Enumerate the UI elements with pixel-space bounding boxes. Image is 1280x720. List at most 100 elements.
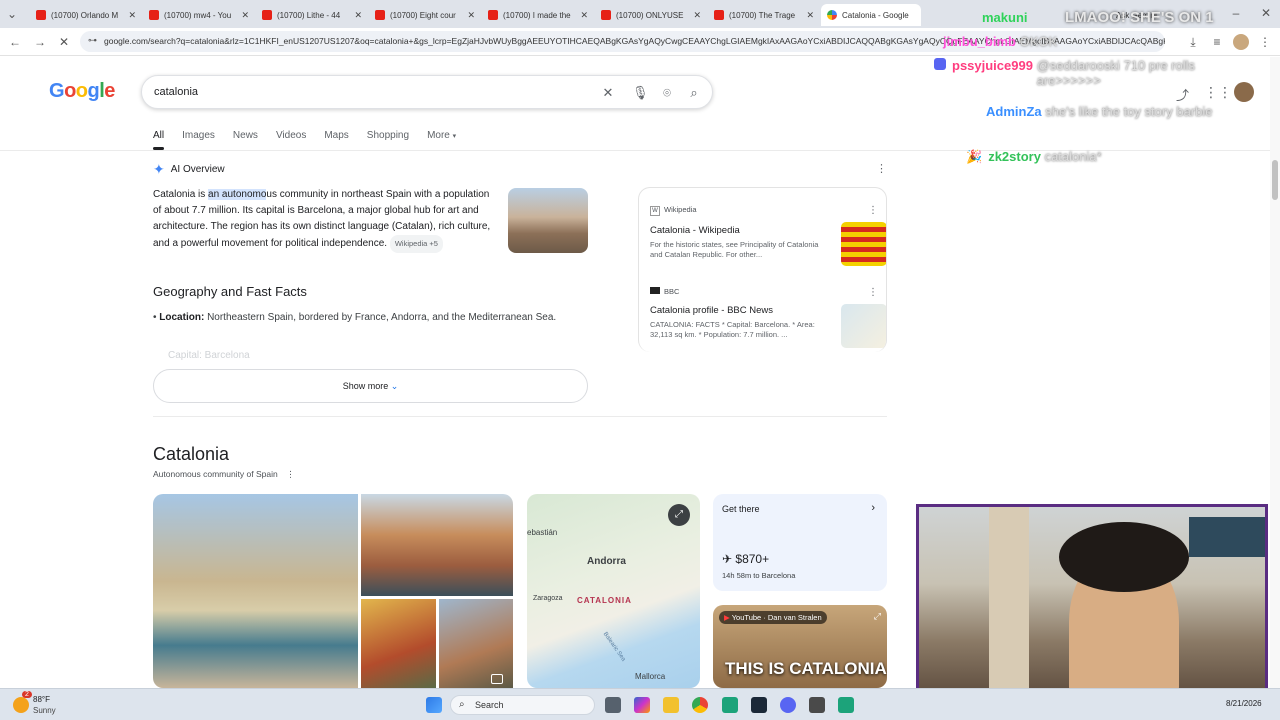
youtube-video-card[interactable]: ▶ YouTube · Dan van Stralen THIS IS CATA… <box>713 605 887 688</box>
youtube-icon <box>149 10 159 20</box>
map-label-catalonia: CATALONIA <box>577 596 632 605</box>
browser-tab[interactable]: (10700) Lithe - 44 ✕ <box>256 4 368 26</box>
browser-tab[interactable]: (10700) Orlando M ✕ <box>30 4 142 26</box>
google-logo[interactable]: Google <box>49 80 115 103</box>
microphone-icon[interactable]: 🎙 <box>632 85 649 101</box>
weather-sun-icon[interactable] <box>13 697 29 713</box>
video-channel-badge: ▶ YouTube · Dan van Stralen <box>719 611 827 624</box>
webcam-feed <box>916 504 1268 702</box>
browser-tab[interactable]: (10700) I made the ✕ <box>482 4 594 26</box>
tab-shopping[interactable]: Shopping <box>367 130 409 148</box>
window-close-icon[interactable]: ✕ <box>1258 5 1274 21</box>
menu-kebab-icon[interactable]: ⋮ <box>1257 34 1273 50</box>
back-icon[interactable]: ← <box>7 34 23 50</box>
tab-news[interactable]: News <box>233 130 258 148</box>
source-chip[interactable]: Wikipedia +5 <box>389 235 443 253</box>
browser-tab[interactable]: (10700) ONLYUSE ✕ <box>595 4 707 26</box>
youtube-icon <box>488 10 498 20</box>
overlay-header: LMAOO! SHE'S ON 1 <box>1065 9 1214 26</box>
chat-message: AdminZa she's like the toy story barbie <box>986 104 1213 119</box>
page-scrollbar[interactable] <box>1270 57 1280 688</box>
chevron-down-icon: ⌄ <box>390 381 399 391</box>
youtube-icon <box>36 10 46 20</box>
file-explorer-icon[interactable] <box>663 697 679 713</box>
close-tab-icon[interactable]: ✕ <box>354 10 362 21</box>
close-tab-icon[interactable]: ✕ <box>128 10 136 21</box>
discord-icon[interactable] <box>780 697 796 713</box>
source-menu-icon[interactable]: ⋮ <box>868 287 878 298</box>
browser-tab-active[interactable]: Catalonia - Google <box>821 4 921 26</box>
chrome-icon[interactable] <box>692 697 708 713</box>
photo-girona[interactable] <box>361 494 513 596</box>
tab-more[interactable]: More ▾ <box>427 130 456 148</box>
sagrada-familia-image[interactable] <box>508 188 588 253</box>
stop-loading-icon[interactable]: ✕ <box>56 34 72 50</box>
knowledge-panel-subtitle: Autonomous community of Spain ⋮ <box>153 469 295 479</box>
tab-maps[interactable]: Maps <box>324 130 348 148</box>
camera-lens-icon[interactable]: ⌾ <box>659 85 675 101</box>
ai-overview-menu-icon[interactable]: ⋮ <box>876 162 887 175</box>
search-input[interactable]: catalonia <box>154 86 198 98</box>
get-there-card[interactable]: Get there › ✈ $870+ 14h 58m to Barcelona <box>713 494 887 591</box>
app-icon[interactable] <box>838 697 854 713</box>
search-box[interactable]: catalonia ✕ 🎙 ⌾ ⌕ <box>141 75 713 109</box>
photo-colorful-houses[interactable] <box>361 599 436 688</box>
hair-shape <box>1059 522 1189 592</box>
close-tab-icon[interactable]: ✕ <box>580 10 588 21</box>
sparkle-icon: ✦ <box>153 161 165 177</box>
tab-images[interactable]: Images <box>182 130 215 148</box>
google-icon <box>827 10 837 20</box>
photo-cathedral[interactable] <box>439 599 513 688</box>
show-more-button[interactable]: Show more ⌄ <box>153 369 588 403</box>
close-tab-icon[interactable]: ✕ <box>693 10 701 21</box>
youtube-icon <box>375 10 385 20</box>
tab-search-icon[interactable]: ⌄ <box>4 6 20 22</box>
expand-map-icon[interactable]: ⤢ <box>668 504 690 526</box>
minimize-icon[interactable]: – <box>1228 5 1244 21</box>
wikipedia-icon: W <box>650 206 660 216</box>
source-menu-icon[interactable]: ⋮ <box>868 205 878 216</box>
source-card-bbc[interactable]: BBC Catalonia profile - BBC News CATALON… <box>650 287 886 348</box>
faded-capital-bullet: Capital: Barcelona <box>168 350 250 361</box>
media-icon[interactable]: ≡ <box>1209 34 1225 50</box>
expand-icon[interactable]: ⤢ <box>874 611 881 622</box>
chat-message: 🎉 zk2story catalonia* <box>966 149 1102 164</box>
scrollbar-thumb[interactable] <box>1272 160 1278 200</box>
tab-all[interactable]: All <box>153 130 165 150</box>
photo-sitges[interactable] <box>153 494 358 688</box>
download-icon[interactable]: ⤓ <box>1185 34 1201 50</box>
map-thumbnail <box>841 304 886 348</box>
map-label-andorra: Andorra <box>587 556 626 567</box>
taskbar-search[interactable]: ⌕ Search <box>450 695 595 715</box>
more-options-icon[interactable]: ⋮ <box>286 469 295 479</box>
forward-icon[interactable]: → <box>32 34 48 50</box>
source-card-wikipedia[interactable]: W Wikipedia Catalonia - Wikipedia For the… <box>650 205 886 266</box>
badge-icon: 🎉 <box>966 149 983 164</box>
tab-videos[interactable]: Videos <box>276 130 306 148</box>
steam-icon[interactable] <box>751 697 767 713</box>
windows-start-icon[interactable] <box>426 697 442 713</box>
close-tab-icon[interactable]: ✕ <box>467 10 475 21</box>
browser-tab[interactable]: (10700) mw4 - You ✕ <box>143 4 255 26</box>
browser-tab[interactable]: (10700) The Trage ✕ <box>708 4 820 26</box>
airplane-icon: ✈ <box>722 552 733 566</box>
gallery-icon <box>491 674 503 684</box>
app-icon[interactable] <box>722 697 738 713</box>
search-icon[interactable]: ⌕ <box>686 85 702 101</box>
store-icon[interactable] <box>809 697 825 713</box>
weather-badge: 2 <box>22 691 32 698</box>
close-tab-icon[interactable]: ✕ <box>241 10 249 21</box>
section-heading: Geography and Fast Facts <box>153 284 307 299</box>
profile-avatar[interactable] <box>1233 34 1249 50</box>
clear-icon[interactable]: ✕ <box>600 85 616 101</box>
close-tab-icon[interactable]: ✕ <box>806 10 814 21</box>
caret-down-icon: ▾ <box>452 133 457 140</box>
browser-tab[interactable]: (10700) Eight cour ✕ <box>369 4 481 26</box>
chat-message: pssyjuice999 @seddarooski 710 pre rolls … <box>934 58 1252 88</box>
catalonia-map[interactable]: ebastián Andorra CATALONIA Zaragoza Bale… <box>527 494 700 688</box>
copilot-icon[interactable] <box>634 697 650 713</box>
sources-panel: W Wikipedia Catalonia - Wikipedia For the… <box>638 187 887 352</box>
task-view-icon[interactable] <box>605 697 621 713</box>
site-info-icon[interactable]: ⊶ <box>88 35 97 46</box>
monitor-shape <box>1189 517 1265 557</box>
